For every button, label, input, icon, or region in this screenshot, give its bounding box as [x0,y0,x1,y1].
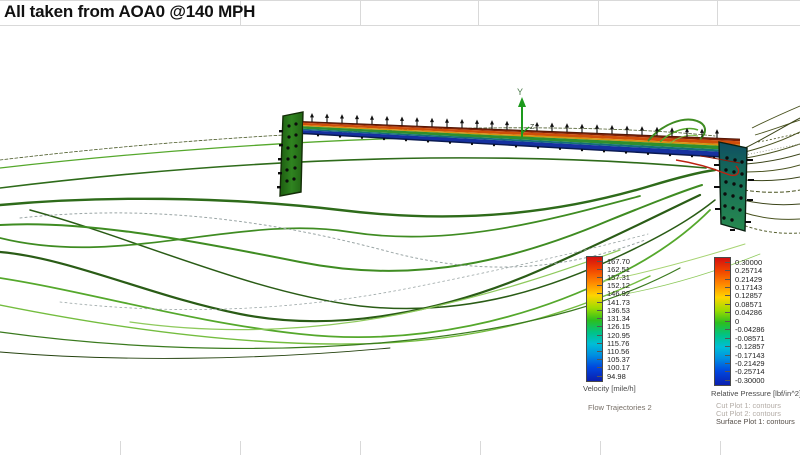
axis-triad: Y Z [517,87,535,137]
cfd-scene: Y Z [0,0,800,455]
pressure-legend-title: Relative Pressure [lbf/in^2] [711,389,800,398]
flow-simulation-viewport[interactable]: Y Z [0,26,800,440]
y-axis-arrow-icon [518,97,526,107]
z-axis-label: Z [530,124,535,131]
left-endplate [277,112,303,196]
velocity-legend-title: Velocity [mile/h] [583,384,636,393]
right-endplate [714,142,754,231]
surface-plot-1-caption: Surface Plot 1: contours [716,418,795,426]
plot-list: Cut Plot 1: contours Cut Plot 2: contour… [716,402,795,427]
flow-streamlines [0,128,760,359]
y-axis-label: Y [517,87,523,97]
velocity-scale: 167.70 162.51 157.31 152.12 146.92 141.7… [597,257,630,380]
velocity-tick: 94.98 [607,372,626,381]
pressure-scale: 0.30000 0.25714 0.21429 0.17143 0.12857 … [725,258,765,385]
spreadsheet-canvas: All taken from AOA0 @140 MPH [0,0,800,455]
flow-trajectories-caption: Flow Trajectories 2 [588,403,652,412]
wake-streamlines [740,106,800,233]
pressure-tick: -0.30000 [735,376,765,385]
